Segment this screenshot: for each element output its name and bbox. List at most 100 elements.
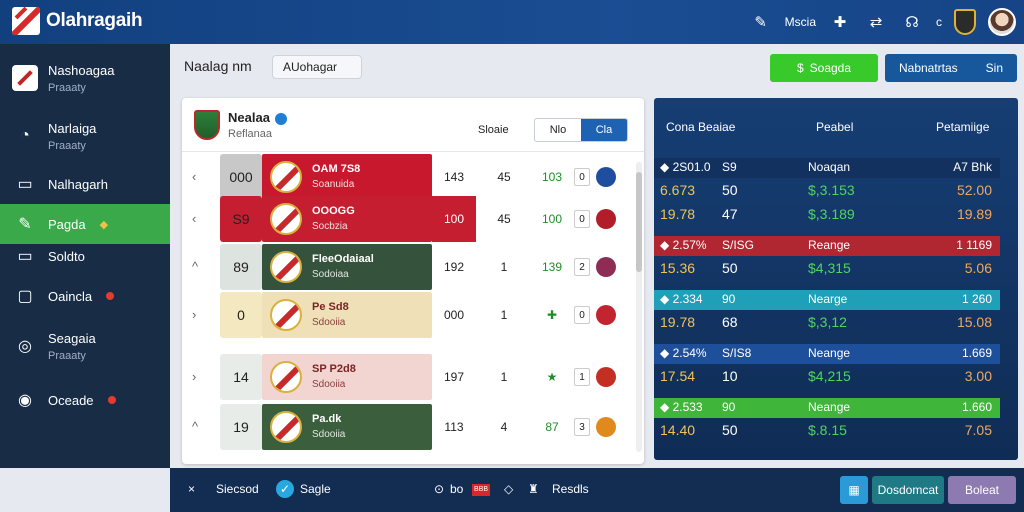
pencil-icon[interactable]: ✎ xyxy=(749,10,773,34)
row-stat-3: 103 xyxy=(541,170,563,184)
secondary-action-suffix: Sin xyxy=(985,61,1003,75)
teal-button[interactable]: Dosdomcat xyxy=(872,476,944,504)
panel-group-header[interactable]: ◆ 2S01.0 S9 Noaqan A7 Bhk xyxy=(654,158,1000,178)
close-icon[interactable]: × xyxy=(188,482,195,496)
team-badge-icon xyxy=(270,299,302,331)
row-stat-3: 139 xyxy=(541,260,563,274)
panel-row[interactable]: 17.54 10 $4,215 3.00 xyxy=(654,366,1000,386)
breadcrumb-pill[interactable]: AUohagar xyxy=(272,55,362,79)
sidebar-item-0[interactable]: Nashoagaa Praaaty xyxy=(0,58,170,98)
panel-row[interactable]: 19.78 68 $,3,12 15.08 xyxy=(654,312,1000,332)
panel-cell: $,3,12 xyxy=(808,314,847,330)
segmented-control[interactable]: Nlo Cla xyxy=(534,118,628,142)
panel-row[interactable]: 15.36 50 $4,315 5.06 xyxy=(654,258,1000,278)
panel-group-header[interactable]: ◆ 2.57% S/ISG Reange 1 1169 xyxy=(654,236,1000,256)
panel-cell: Nearge xyxy=(808,292,848,306)
purple-button[interactable]: Boleat xyxy=(948,476,1016,504)
panel-row[interactable]: 14.40 50 $.8.15 7.05 xyxy=(654,420,1000,440)
trophy-icon[interactable]: ♜ xyxy=(528,482,539,496)
panel-group-header[interactable]: ◆ 2.533 90 Neange 1.660 xyxy=(654,398,1000,418)
team-badge-icon xyxy=(270,361,302,393)
row-arrow-icon[interactable]: ‹ xyxy=(192,169,196,184)
panel-cell: 1 1169 xyxy=(956,238,992,252)
headset-icon[interactable]: ☊ xyxy=(900,10,924,34)
target-icon[interactable]: ⊙ xyxy=(434,482,444,496)
row-stat-2: 1 xyxy=(500,260,508,274)
panel-group-header[interactable]: ◆ 2.334 90 Nearge 1 260 xyxy=(654,290,1000,310)
panel-row[interactable]: 6.673 50 $,3.153 52.00 xyxy=(654,180,1000,200)
notification-dot-icon xyxy=(106,292,115,300)
row-stat-1: 000 xyxy=(443,308,465,322)
row-status-icon[interactable] xyxy=(596,209,616,229)
sidebar-item-6[interactable]: ◎ Seagaia Praaaty xyxy=(0,326,170,366)
row-stat-2: 4 xyxy=(500,420,508,434)
panel-cell: 3.00 xyxy=(964,368,992,384)
panel-cell: 15.36 xyxy=(660,260,696,276)
check-label[interactable]: Sagle xyxy=(300,482,331,496)
row-status-icon[interactable] xyxy=(596,257,616,277)
club-shield-icon[interactable] xyxy=(954,9,976,35)
medic-icon[interactable]: ✚ xyxy=(828,10,852,34)
result-label[interactable]: Resdls xyxy=(552,482,589,496)
panel-cell: 90 xyxy=(722,400,736,414)
panel-cell: 1.660 xyxy=(961,400,992,414)
sidebar-item-4[interactable]: ▭ Soldto xyxy=(0,244,170,268)
check-circle-icon[interactable]: ✓ xyxy=(276,480,294,498)
table-row[interactable]: ^ 89 FleeOdaiaal Sodoiaa 192 1 139 2 xyxy=(182,244,632,290)
panel-cell: 47 xyxy=(722,206,738,222)
row-status-icon[interactable] xyxy=(596,417,616,437)
scrollbar[interactable] xyxy=(636,162,642,452)
row-team-sub: Sdooiia xyxy=(312,429,346,440)
row-rank: 000 xyxy=(220,154,262,200)
sidebar-item-sub: Praaaty xyxy=(48,139,86,152)
sidebar-item-7[interactable]: ◉ Oceade xyxy=(0,386,170,414)
row-arrow-icon[interactable]: › xyxy=(192,369,196,384)
initial-label[interactable]: c xyxy=(936,15,942,29)
user-label[interactable]: Mscia xyxy=(785,15,816,29)
secondary-action-button[interactable]: Nabnatrtas Sin xyxy=(885,54,1017,82)
row-team-name: SP P2d8 xyxy=(312,363,356,375)
row-team-sub: Soanuida xyxy=(312,179,355,190)
row-arrow-icon[interactable]: ^ xyxy=(192,259,198,274)
panel-cell: Neange xyxy=(808,346,851,360)
row-stat-4: 0 xyxy=(574,210,590,228)
secondary-action-label: Nabnatrtas xyxy=(898,61,958,75)
row-arrow-icon[interactable]: › xyxy=(192,307,196,322)
diamond-icon[interactable]: ◇ xyxy=(504,482,513,496)
row-stat-2: 1 xyxy=(500,370,508,384)
sidebar-item-5[interactable]: ▢ Oaincla xyxy=(0,282,170,310)
avatar[interactable] xyxy=(988,8,1016,36)
table-row[interactable]: ^ 19 Pa.dk Sdooiia 113 4 87 3 xyxy=(182,404,632,450)
sidebar-item-2[interactable]: ▭ Nalhagarh xyxy=(0,170,170,198)
row-stat-1: 192 xyxy=(443,260,465,274)
sidebar-item-1[interactable]: ◔ Narlaiga Praaaty xyxy=(0,116,170,156)
club-badge-icon xyxy=(12,65,38,91)
table-row[interactable]: ‹ 000 OAM 7S8 Soanuida 143 45 103 0 xyxy=(182,154,632,200)
row-status-icon[interactable] xyxy=(596,305,616,325)
row-arrow-icon[interactable]: ‹ xyxy=(192,211,196,226)
seg-right[interactable]: Cla xyxy=(581,119,627,141)
row-status-icon[interactable] xyxy=(596,367,616,387)
card-header: Nealaa Reflanaa Sloaie Nlo Cla xyxy=(182,98,644,152)
panel-group-header[interactable]: ◆ 2.54% S/IS8 Neange 1.669 xyxy=(654,344,1000,364)
row-stat-2: 45 xyxy=(497,170,511,184)
app-logo-icon[interactable] xyxy=(12,7,40,35)
row-status-icon[interactable] xyxy=(596,167,616,187)
row-arrow-icon[interactable]: ^ xyxy=(192,419,198,434)
primary-action-button[interactable]: $ Soagda xyxy=(770,54,878,82)
panel-row[interactable]: 19.78 47 $,3.189 19.89 xyxy=(654,204,1000,224)
row-team-sub: Socbzia xyxy=(312,221,348,232)
table-row[interactable]: › 14 SP P2d8 Sdooiia 197 1 ★ 1 xyxy=(182,354,632,400)
seg-left[interactable]: Nlo xyxy=(535,119,581,141)
sidebar-item-label: Oceade xyxy=(48,392,94,408)
row-team-name: OAM 7S8 xyxy=(312,163,361,175)
footer-bar: × Siecsod ✓ Sagle ⊙ bo BBB ◇ ♜ Resdls ▦ … xyxy=(170,468,1024,512)
grid-icon[interactable]: ▦ xyxy=(840,476,868,504)
sidebar-item-3[interactable]: ✎ Pagda ◆ xyxy=(0,204,170,244)
footer-left-label[interactable]: Siecsod xyxy=(216,482,259,496)
table-row[interactable]: › 0 Pe Sd8 Sdooiia 000 1 ✚ 0 xyxy=(182,292,632,338)
shuffle-icon[interactable]: ⇄ xyxy=(864,10,888,34)
table-row[interactable]: ‹ S9 OOOGG Socbzia 100 45 100 0 xyxy=(182,196,632,242)
panel-cell: $,3.153 xyxy=(808,182,855,198)
row-team-cell: OAM 7S8 Soanuida xyxy=(262,154,432,200)
